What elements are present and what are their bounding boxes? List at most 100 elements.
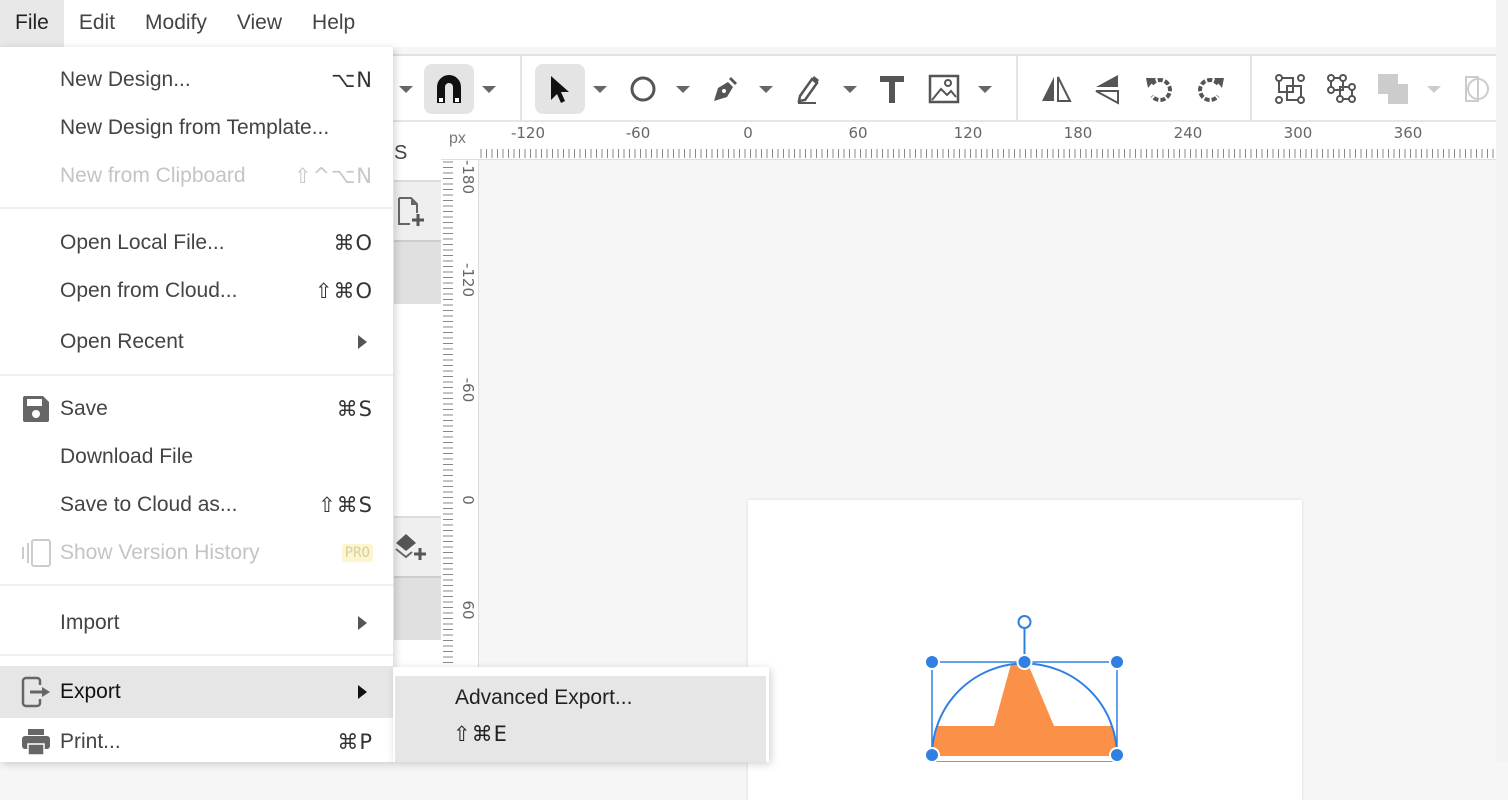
flip-horizontal-icon (1042, 76, 1072, 102)
mask-button[interactable] (1452, 64, 1502, 114)
resize-handle[interactable] (924, 747, 940, 762)
menu-item-shortcut: ⌥N (331, 68, 373, 92)
magnet-icon (437, 75, 461, 103)
menu-item-export[interactable]: Export (0, 666, 393, 718)
pen-caret-icon[interactable] (759, 86, 773, 93)
menu-view[interactable]: View (222, 0, 297, 47)
menu-item-label: New from Clipboard (60, 164, 246, 187)
menu-item-label: Open from Cloud... (60, 279, 238, 302)
rotate-ccw-button[interactable] (1134, 64, 1184, 114)
menu-bar: File Edit Modify View Help (0, 0, 1496, 47)
menu-separator (0, 654, 393, 656)
file-menu: New Design... ⌥N New Design from Templat… (0, 47, 393, 762)
group-button[interactable] (1265, 64, 1315, 114)
ruler-label: -60 (626, 124, 651, 142)
menu-item-print[interactable]: Print... ⌘P (0, 718, 393, 766)
vertical-ruler-ticks: -180 -120 -60 0 60 (443, 160, 477, 762)
menu-separator (0, 584, 393, 586)
menu-item-save-to-cloud-as[interactable]: Save to Cloud as... ⇧⌘S (0, 481, 393, 529)
toolbar-separator (520, 56, 522, 122)
ruler-label: 0 (743, 124, 753, 142)
orange-star-shape[interactable] (929, 664, 1119, 762)
pen-icon (714, 77, 737, 101)
menu-item-shortcut: ⇧^⌥N (293, 164, 373, 188)
menu-item-label: New Design from Template... (60, 116, 330, 139)
menu-item-label: Print... (60, 730, 121, 753)
resize-handle[interactable] (1109, 747, 1125, 762)
ruler-label: 60 (848, 124, 867, 142)
menu-edit[interactable]: Edit (64, 0, 130, 47)
menu-item-open-recent[interactable]: Open Recent (0, 318, 393, 366)
ruler-label: 60 (459, 600, 477, 619)
rotate-cw-button[interactable] (1186, 64, 1236, 114)
pencil-tool-button[interactable] (784, 64, 834, 114)
version-history-icon (20, 537, 52, 569)
text-tool-button[interactable] (867, 64, 917, 114)
resize-handle[interactable] (1109, 654, 1125, 670)
group-icon (1275, 74, 1305, 104)
flip-vertical-button[interactable] (1083, 64, 1133, 114)
snap-options-caret-icon[interactable] (482, 86, 496, 93)
pointer-tool-button[interactable] (535, 64, 585, 114)
submenu-arrow-icon (358, 616, 367, 630)
menu-item-label: Save (60, 397, 108, 420)
vertical-ruler[interactable]: -180 -120 -60 0 60 (441, 122, 479, 762)
pen-tool-button[interactable] (700, 64, 750, 114)
pencil-icon (797, 76, 819, 104)
image-caret-icon[interactable] (978, 86, 992, 93)
ruler-label: -60 (459, 378, 477, 403)
arrange-caret-icon[interactable] (1427, 86, 1441, 93)
print-icon (20, 726, 52, 758)
ellipse-tool-button[interactable] (618, 64, 668, 114)
menu-file[interactable]: File (0, 0, 64, 47)
menu-item-save[interactable]: Save ⌘S (0, 385, 393, 433)
save-icon (20, 393, 52, 425)
menu-item-new-from-template[interactable]: New Design from Template... (0, 104, 393, 152)
text-icon (880, 76, 904, 103)
image-icon (928, 74, 960, 104)
flip-vertical-icon (1095, 75, 1119, 105)
menu-item-open-local-file[interactable]: Open Local File... ⌘O (0, 219, 393, 267)
ellipse-caret-icon[interactable] (676, 86, 690, 93)
toolbar-separator (1250, 56, 1252, 122)
window-right-edge (1496, 0, 1508, 762)
add-page-button[interactable] (394, 180, 441, 240)
pro-badge: PRO (341, 544, 373, 562)
horizontal-ruler[interactable]: px -120 -60 0 60 120 180 240 300 360 (441, 122, 1496, 160)
ruler-label: 300 (1284, 124, 1313, 142)
menu-item-download-file[interactable]: Download File (0, 433, 393, 481)
mask-icon (1465, 76, 1489, 102)
menu-item-advanced-export[interactable]: Advanced Export... ⇧⌘E (395, 676, 766, 762)
ruler-label: -120 (511, 124, 545, 142)
resize-handle[interactable] (1016, 654, 1033, 670)
rotation-handle[interactable] (1017, 615, 1032, 629)
ruler-label: 180 (1064, 124, 1093, 142)
menu-help[interactable]: Help (297, 0, 370, 47)
resize-handle[interactable] (924, 654, 940, 670)
ungroup-button[interactable] (1317, 64, 1367, 114)
ellipse-icon (630, 76, 656, 102)
menu-modify[interactable]: Modify (130, 0, 222, 47)
pencil-caret-icon[interactable] (843, 86, 857, 93)
ruler-label: -120 (459, 263, 477, 297)
menu-item-label: Open Local File... (60, 231, 225, 254)
submenu-arrow-icon (358, 335, 367, 349)
flip-horizontal-button[interactable] (1031, 64, 1081, 114)
menu-item-new-from-clipboard[interactable]: New from Clipboard ⇧^⌥N (0, 152, 393, 200)
menu-item-open-from-cloud[interactable]: Open from Cloud... ⇧⌘O (0, 267, 393, 315)
add-layer-icon (395, 534, 426, 560)
add-layer-button[interactable] (394, 516, 441, 576)
menu-item-label: New Design... (60, 68, 191, 91)
snap-magnet-button[interactable] (424, 64, 474, 114)
page-list-item[interactable] (394, 240, 441, 304)
side-panel-tab-label[interactable]: S (394, 142, 407, 165)
arrange-button[interactable] (1368, 64, 1418, 114)
ruler-label: 120 (954, 124, 983, 142)
menu-item-new-design[interactable]: New Design... ⌥N (0, 56, 393, 104)
image-tool-button[interactable] (919, 64, 969, 114)
pointer-caret-icon[interactable] (593, 86, 607, 93)
menu-item-show-version-history[interactable]: Show Version History PRO (0, 529, 393, 577)
snap-prev-caret-icon[interactable] (399, 86, 413, 93)
menu-item-import[interactable]: Import (0, 599, 393, 647)
layer-list-item[interactable] (394, 576, 441, 640)
